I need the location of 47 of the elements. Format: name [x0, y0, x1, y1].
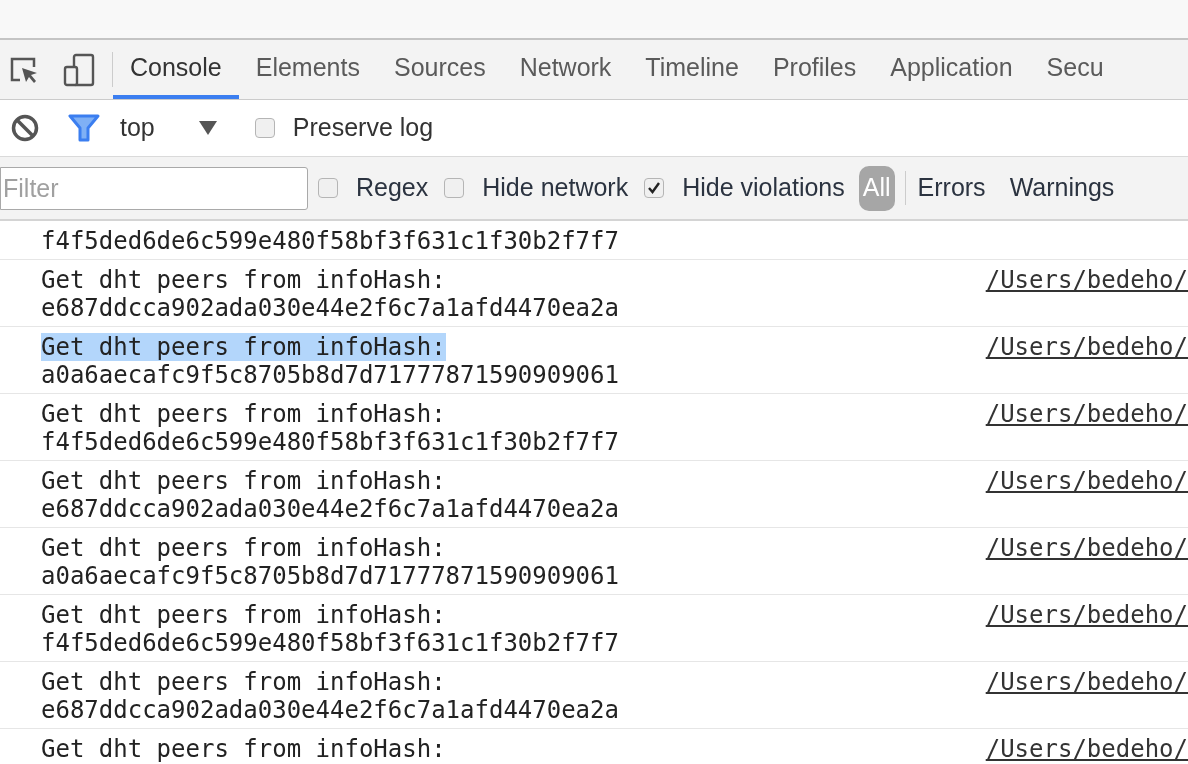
log-message: e687ddcca902ada030e44e2f6c7a1afd4470ea2a: [41, 696, 619, 724]
log-message: f4f5ded6de6c599e480f58bf3f631c1f30b2f7f7: [41, 629, 619, 657]
log-message: f4f5ded6de6c599e480f58bf3f631c1f30b2f7f7: [41, 428, 619, 456]
checkbox[interactable]: [444, 178, 465, 198]
log-message: f4f5ded6de6c599e480f58bf3f631c1f30b2f7f7: [41, 227, 619, 255]
context-dropdown[interactable]: top: [120, 109, 217, 147]
source-link[interactable]: /Users/bedeho/: [985, 601, 1188, 657]
source-link[interactable]: /Users/bedeho/: [985, 467, 1188, 523]
log-message: a0a6aecafc9f5c8705b8d7d71777871590909061: [41, 361, 619, 389]
log-message: Get dht peers from infoHash:: [41, 467, 446, 495]
checkbox-label: Hide violations: [682, 172, 845, 204]
tab[interactable]: Profiles: [755, 40, 874, 99]
log-message: Get dht peers from infoHash:: [41, 400, 446, 428]
tab[interactable]: Timeline: [628, 40, 756, 99]
log-message: Get dht peers from infoHash:: [41, 534, 446, 562]
filter-icon[interactable]: [68, 113, 100, 143]
checkbox[interactable]: [254, 118, 275, 138]
tab[interactable]: Sources: [376, 40, 503, 99]
source-link[interactable]: /Users/bedeho/: [985, 668, 1188, 724]
device-icon[interactable]: [62, 52, 96, 87]
level-filter[interactable]: Errors: [913, 165, 990, 211]
checkbox-label: Regex: [356, 172, 429, 204]
filter-field[interactable]: Filter: [0, 166, 308, 210]
source-link[interactable]: /Users/bedeho/: [985, 735, 1188, 764]
checkbox-label: Hide network: [482, 172, 629, 204]
source-link[interactable]: /Users/bedeho/: [985, 266, 1188, 322]
log-message: e687ddcca902ada030e44e2f6c7a1afd4470ea2a: [41, 495, 619, 523]
log-message: Get dht peers from infoHash:: [41, 601, 446, 629]
checkbox[interactable]: [318, 178, 338, 198]
tab[interactable]: Elements: [238, 40, 377, 99]
log-message: Get dht peers from infoHash:: [41, 668, 446, 696]
source-link[interactable]: /Users/bedeho/: [985, 333, 1188, 389]
log-message: Get dht peers from infoHash:: [41, 735, 446, 763]
tab[interactable]: Secu: [1029, 40, 1121, 99]
clear-icon[interactable]: [10, 113, 40, 143]
log-message: a0a6aecafc9f5c8705b8d7d71777871590909061: [41, 562, 619, 590]
checkbox[interactable]: [644, 178, 665, 198]
log-message: e687ddcca902ada030e44e2f6c7a1afd4470ea2a: [41, 294, 619, 322]
log-message: Get dht peers from infoHash:: [41, 266, 446, 294]
checkbox-label: Preserve log: [292, 112, 434, 144]
source-link[interactable]: /Users/bedeho/: [985, 400, 1188, 456]
source-link[interactable]: /Users/bedeho/: [985, 534, 1188, 590]
tab[interactable]: Application: [873, 40, 1030, 99]
level-filter[interactable]: Warnings: [1005, 165, 1119, 211]
log-message: Get dht peers from infoHash:: [41, 333, 446, 361]
tab[interactable]: Network: [502, 40, 629, 99]
caret-icon: [198, 121, 217, 135]
